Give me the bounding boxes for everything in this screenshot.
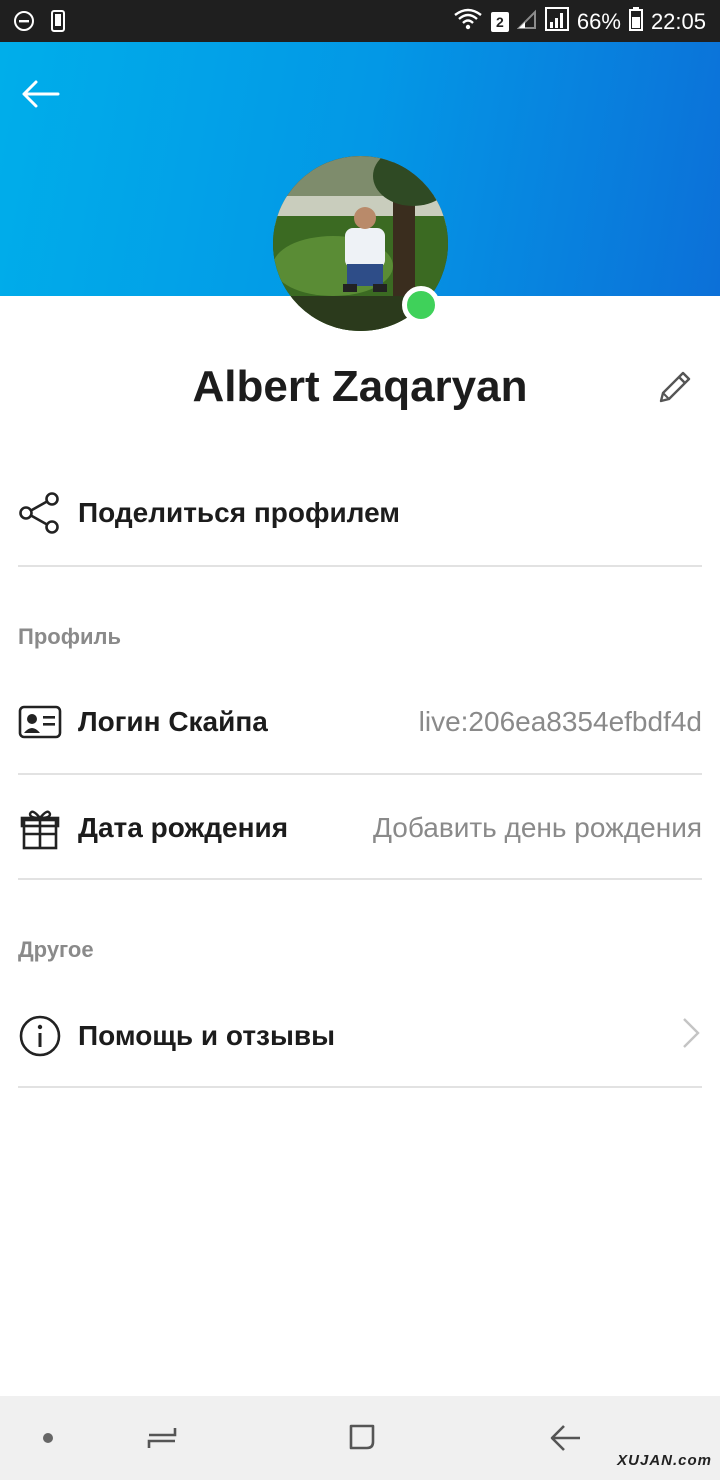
navigation-bar: XUJAN.com: [0, 1396, 720, 1480]
birthday-label: Дата рождения: [78, 812, 289, 843]
id-card-icon: [18, 700, 62, 744]
dot-icon: [43, 1433, 53, 1443]
battery-percent: 66%: [576, 9, 621, 34]
clock: 22:05: [650, 9, 706, 34]
sim-badge: 2: [490, 12, 509, 32]
pencil-icon: [659, 371, 691, 403]
birthday-row[interactable]: Дата рождения Добавить день рождения: [18, 780, 702, 876]
back-nav-button[interactable]: [540, 1416, 590, 1460]
birthday-value[interactable]: Добавить день рождения: [373, 812, 702, 844]
profile-name: Albert Zaqaryan: [192, 362, 528, 411]
status-bar: 2 66% 22:05: [0, 0, 720, 42]
status-left: [12, 9, 66, 38]
share-profile-row[interactable]: Поделиться профилем: [18, 465, 702, 561]
section-title-profile: Профиль: [18, 624, 121, 649]
signal-icon-1: [516, 8, 537, 36]
wifi-icon: [453, 7, 483, 37]
help-feedback-row[interactable]: Помощь и отзывы: [18, 988, 702, 1084]
status-right: 2 66% 22:05: [453, 7, 706, 37]
info-icon: [18, 1014, 62, 1058]
back-button[interactable]: [14, 72, 66, 116]
recent-apps-button[interactable]: [137, 1416, 187, 1460]
help-feedback-label: Помощь и отзывы: [78, 1020, 335, 1051]
skype-login-label: Логин Скайпа: [78, 706, 268, 737]
gift-icon: [18, 806, 62, 850]
divider: [18, 878, 702, 880]
home-square-icon: [349, 1424, 375, 1450]
divider: [18, 773, 702, 775]
presence-indicator: [402, 286, 440, 324]
skype-login-row[interactable]: Логин Скайпа live:206ea8354efbdf4d: [18, 674, 702, 770]
share-profile-label: Поделиться профилем: [78, 497, 400, 528]
watermark: XUJAN.com: [617, 1452, 712, 1469]
edit-name-button[interactable]: [650, 362, 700, 412]
back-arrow-icon: [22, 80, 60, 108]
home-button[interactable]: [338, 1416, 388, 1460]
chevron-right-icon: [678, 1015, 702, 1058]
recent-apps-icon: [147, 1428, 177, 1448]
phone-icon: [50, 9, 66, 38]
nav-dot-button[interactable]: [23, 1416, 73, 1460]
skype-login-value: live:206ea8354efbdf4d: [418, 706, 702, 737]
divider: [18, 565, 702, 567]
do-not-disturb-icon: [12, 9, 36, 38]
section-title-other: Другое: [18, 937, 94, 962]
battery-icon: [628, 7, 643, 37]
divider: [18, 1086, 702, 1088]
signal-icon-2: [544, 7, 569, 37]
share-icon: [18, 491, 62, 535]
back-nav-icon: [550, 1425, 580, 1451]
